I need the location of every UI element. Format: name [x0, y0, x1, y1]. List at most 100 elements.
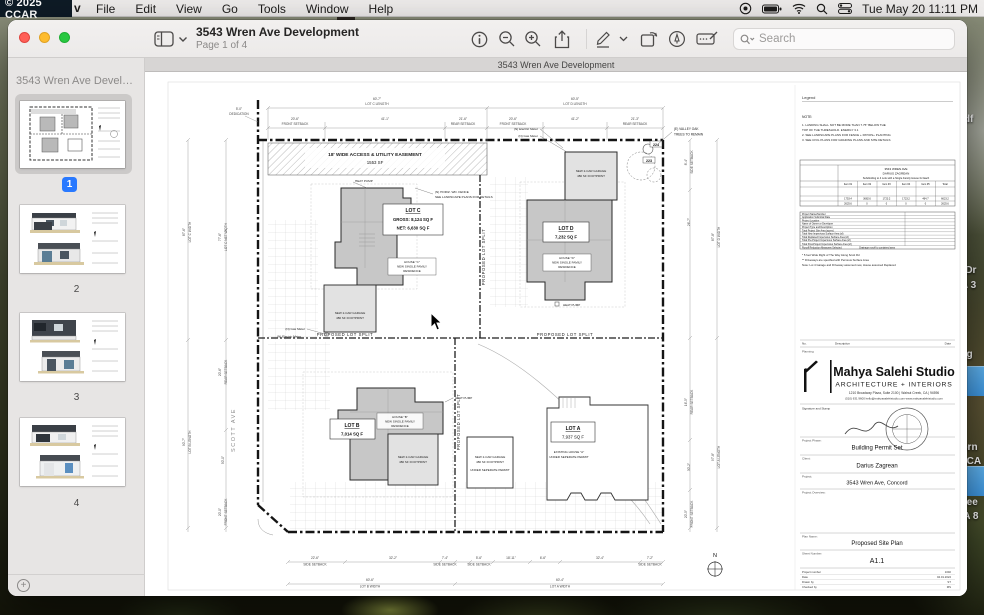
svg-text:3. SEE CIVIL PLANS FOR GRADING: 3. SEE CIVIL PLANS FOR GRADING PLANS AND…: [802, 138, 891, 142]
search-field[interactable]: [733, 28, 955, 50]
sidebar-toggle-icon[interactable]: [154, 27, 174, 51]
rotate-icon[interactable]: [640, 27, 659, 51]
svg-text:Item #2: Item #2: [863, 183, 872, 186]
svg-text:Drawn by: Drawn by: [802, 580, 814, 584]
svg-text:SIDE SETBACK: SIDE SETBACK: [303, 563, 327, 567]
svg-text:MS: MS: [947, 585, 951, 589]
svg-text:NEW 2-CAR GARAGE: NEW 2-CAR GARAGE: [475, 455, 506, 459]
svg-text:41'-2": 41'-2": [571, 117, 579, 121]
svg-text:NEW 2-CAR GARAGE: NEW 2-CAR GARAGE: [576, 169, 607, 173]
svg-text:Subdividing to 4 Lots with a S: Subdividing to 4 Lots with a Single Fami…: [863, 176, 930, 180]
svg-text:LOT C WIDTH: LOT C WIDTH: [188, 221, 192, 242]
menu-window[interactable]: Window: [296, 2, 359, 16]
svg-text:RESIDENCE: RESIDENCE: [391, 424, 409, 428]
sidebar-chevron-icon[interactable]: [178, 27, 188, 51]
svg-text:Item #5: Item #5: [921, 183, 930, 186]
svg-text:GROSS: 8,124 SQ F: GROSS: 8,124 SQ F: [393, 217, 433, 222]
markup-pen-icon[interactable]: [594, 27, 612, 51]
svg-text:60'-7": 60'-7": [373, 97, 381, 101]
wifi-icon[interactable]: [792, 3, 806, 14]
thumbnail-page-1[interactable]: [20, 101, 125, 168]
zoom-in-icon[interactable]: [524, 27, 542, 51]
lot-a-house: LOT A 7,937 SQ F EXISTING HOUSE "A" UNDE…: [547, 397, 648, 500]
page-number: 2: [8, 284, 145, 295]
share-icon[interactable]: [554, 27, 570, 51]
svg-text:16'-5": 16'-5": [684, 398, 688, 406]
svg-text:Plan Name:: Plan Name:: [802, 535, 818, 539]
svg-text:(N) Electric Meter: (N) Electric Meter: [277, 335, 301, 339]
markup-chevron-icon[interactable]: [619, 27, 628, 51]
zoom-button[interactable]: [59, 32, 70, 43]
menu-edit[interactable]: Edit: [125, 2, 166, 16]
menu-clock[interactable]: Tue May 20 11:11 PM: [862, 2, 978, 16]
watermark: © 2025 CCAR: [0, 0, 72, 17]
svg-text:LOT C NET WIDTH: LOT C NET WIDTH: [224, 222, 228, 251]
form-fill-icon[interactable]: [696, 27, 718, 51]
svg-text:7,937 SQ F: 7,937 SQ F: [562, 435, 584, 440]
menu-help[interactable]: Help: [359, 2, 404, 16]
svg-text:HOUSE "B": HOUSE "B": [392, 415, 408, 419]
svg-text:1753.4: 1753.4: [844, 198, 852, 201]
svg-text:Item #4: Item #4: [902, 183, 911, 186]
svg-text:Checked by: Checked by: [802, 585, 817, 589]
menu-tools[interactable]: Tools: [248, 2, 296, 16]
zoom-out-icon[interactable]: [498, 27, 516, 51]
control-center-icon[interactable]: [838, 3, 852, 14]
info-icon[interactable]: [471, 27, 488, 51]
thumbnail-page-3[interactable]: [20, 313, 125, 381]
svg-text:Total: Total: [942, 183, 948, 186]
minimize-button[interactable]: [39, 32, 50, 43]
svg-text:22'-6": 22'-6": [311, 556, 319, 560]
svg-text:60'-6": 60'-6": [366, 578, 374, 582]
svg-text:Project Phase:: Project Phase:: [802, 439, 822, 443]
record-icon[interactable]: [739, 2, 752, 15]
svg-text:87'-8": 87'-8": [711, 233, 715, 241]
svg-text:77'-6": 77'-6": [218, 233, 222, 241]
project-phase: Building Permit Set: [851, 446, 902, 452]
thumbnail-sidebar: 3543 Wren Ave Develop…: [8, 58, 145, 596]
sidebar-filename: 3543 Wren Ave Develop…: [16, 75, 137, 87]
menu-file[interactable]: File: [86, 2, 125, 16]
svg-text:HOUSE "C": HOUSE "C": [404, 260, 420, 264]
battery-icon[interactable]: [762, 4, 782, 14]
svg-text:PROPOSED LOT SPLIT: PROPOSED LOT SPLIT: [537, 332, 594, 337]
svg-text:ARCHITECTURE + INTERIORS: ARCHITECTURE + INTERIORS: [835, 382, 952, 389]
app-menu-fragment[interactable]: v: [74, 1, 81, 15]
svg-text:5'-6": 5'-6": [476, 556, 482, 560]
client-name: Darius Zagrean: [856, 464, 897, 470]
svg-text:2. SEE LANDSCAPE PLANS FOR FEN: 2. SEE LANDSCAPE PLANS FOR FENCE + PATIO…: [802, 133, 891, 137]
spotlight-icon[interactable]: [816, 3, 828, 15]
svg-text:PROPOSED LOT SPLIT: PROPOSED LOT SPLIT: [481, 229, 486, 286]
page-number: 4: [8, 498, 145, 509]
search-input[interactable]: [759, 33, 919, 45]
svg-text:7,232 SQ F: 7,232 SQ F: [555, 235, 577, 240]
svg-text:LOT B LENGTH: LOT B LENGTH: [188, 430, 192, 454]
preview-window: 3543 Wren Ave Development Page 1 of 4: [8, 20, 967, 596]
svg-text:Runoff Reduction Measures Sele: Runoff Reduction Measures Selected: [802, 246, 842, 249]
page-number: 3: [8, 392, 145, 403]
svg-text:32'-4": 32'-4": [596, 556, 604, 560]
thumbnail-page-4[interactable]: [20, 418, 125, 486]
svg-text:32'-2": 32'-2": [389, 556, 397, 560]
svg-text:60'-5": 60'-5": [571, 97, 579, 101]
markup-circle-icon[interactable]: [668, 27, 686, 51]
close-button[interactable]: [19, 32, 30, 43]
svg-text:SIDE SETBACK: SIDE SETBACK: [467, 563, 491, 567]
svg-text:1040: 1040: [945, 570, 952, 574]
svg-text:87'-6": 87'-6": [182, 228, 186, 236]
svg-text:Total Pre-Project Impervious S: Total Pre-Project Impervious Surface Are…: [802, 239, 851, 242]
svg-text:90'-7": 90'-7": [182, 438, 186, 446]
svg-text:20'-6": 20'-6": [218, 368, 222, 376]
svg-text:DARIUS ZAGREAN: DARIUS ZAGREAN: [883, 172, 910, 176]
document-tab-header: 3543 Wren Ave Development: [145, 58, 967, 72]
svg-text:3543 WREN AVE: 3543 WREN AVE: [884, 167, 907, 171]
svg-text:1723.2: 1723.2: [883, 198, 891, 201]
menu-view[interactable]: View: [166, 2, 212, 16]
svg-text:LOT A WIDTH: LOT A WIDTH: [550, 585, 571, 589]
svg-text:SEE LANDSCAPE PLANS FOR DETAIL: SEE LANDSCAPE PLANS FOR DETAILS: [435, 195, 493, 199]
thumbnail-page-2[interactable]: [20, 205, 125, 273]
add-page-icon[interactable]: +: [17, 579, 30, 592]
svg-text:RESIDENCE: RESIDENCE: [558, 265, 576, 269]
svg-text:ST: ST: [947, 580, 951, 584]
menu-go[interactable]: Go: [212, 2, 248, 16]
